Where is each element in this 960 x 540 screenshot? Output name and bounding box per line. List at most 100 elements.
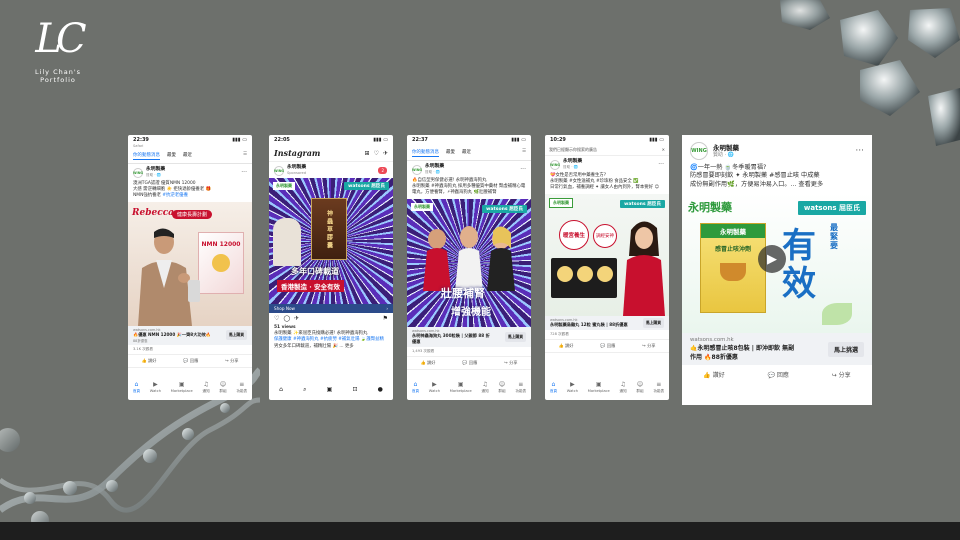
close-icon[interactable]: ✕ <box>662 147 665 153</box>
store-icon: ▣ <box>595 381 602 388</box>
ad-image[interactable]: watsons 屈臣氏 永明製藥 壯腰補腎 增強機能 <box>407 198 531 327</box>
tab-recent[interactable]: 最近 <box>183 152 192 160</box>
nav-groups[interactable]: ☺ 群組 <box>636 381 643 394</box>
nav-watch[interactable]: ▶ Watch <box>567 381 578 394</box>
nav-watch[interactable]: ▶ Watch <box>150 381 161 394</box>
comment-button[interactable]: 💬 回應 <box>768 370 789 379</box>
tab-favourites[interactable]: 最愛 <box>167 152 176 160</box>
shop-now-bar[interactable]: Shop Now › <box>269 304 393 313</box>
tab-news-feed[interactable]: 你的動態消息 <box>412 149 439 157</box>
search-icon[interactable]: ⌕ <box>303 386 306 394</box>
video-thumbnail[interactable]: 永明製藥 watsons 屈臣氏 永明製藥 感冒止咳沖劑 最緊要 有效 ▶ <box>682 193 872 334</box>
ad-image[interactable]: Rebecca 健康長壽計劃 NMN 12000 <box>128 201 252 326</box>
heart-icon[interactable]: ♡ <box>274 315 279 322</box>
shop-now-link[interactable]: Shop Now <box>274 306 295 311</box>
ad-image[interactable]: watsons 屈臣氏 永明製藥 暖宮養生 調經安神 <box>545 193 669 316</box>
like-button[interactable]: 👍 讚好 <box>558 343 573 349</box>
buy-now-button[interactable]: 馬上購買 <box>225 330 247 341</box>
nav-menu[interactable]: ≡ 功能表 <box>653 381 664 394</box>
nav-watch[interactable]: ▶ Watch <box>429 381 440 394</box>
signal-battery-icon: ▮▮▮ ▭ <box>232 137 247 143</box>
heart-icon[interactable]: ♡ <box>374 150 379 157</box>
nav-groups[interactable]: ☺ 群組 <box>498 381 505 394</box>
post-actions: 👍 讚好 💬 回應 ↪ 分享 <box>128 355 252 368</box>
tab-recent[interactable]: 最近 <box>462 149 471 157</box>
comment-button[interactable]: 💬 回應 <box>183 358 198 364</box>
nav-menu[interactable]: ≡ 功能表 <box>515 381 526 394</box>
shop-icon[interactable]: ⊡ <box>352 386 357 394</box>
share-button[interactable]: ↪ 分享 <box>642 343 655 349</box>
send-icon[interactable]: ✈ <box>294 315 299 322</box>
tab-favourites[interactable]: 最愛 <box>446 149 455 157</box>
profile-avatar[interactable]: ● <box>378 386 383 394</box>
post-stats: 728 次觀看 <box>545 330 669 340</box>
link-preview[interactable]: watsons.com.hk 🤙永明感冒止咳8包裝 | 即沖即飲 無副作用 🔥8… <box>682 333 872 366</box>
hashtag[interactable]: #抗逆老優養 <box>162 193 188 198</box>
more-options-icon[interactable]: ··· <box>241 169 247 176</box>
shop-now-button[interactable]: 馬上挑選 <box>827 341 864 357</box>
menu-icon: ≡ <box>518 381 524 388</box>
buy-now-button[interactable]: 馬上購買 <box>642 317 664 328</box>
nav-menu[interactable]: ≡ 功能表 <box>236 381 247 394</box>
nav-notifications[interactable]: ♫ 通知 <box>619 381 626 394</box>
store-icon: ▣ <box>178 381 185 388</box>
share-button[interactable]: ↪ 分享 <box>832 370 851 379</box>
add-post-icon[interactable]: ⊞ <box>365 150 370 157</box>
link-preview[interactable]: watsons.com.hk 永明製藥烏雞丸 12粒 蜜丸裝 | 88折優惠 馬… <box>545 315 669 330</box>
comment-icon[interactable]: ◯ <box>283 315 290 322</box>
reels-icon[interactable]: ▣ <box>327 386 333 394</box>
ad-image[interactable]: watsons 屈臣氏 永明製藥 神 蟲 草 膠 囊 多年口碑載道 香港製造 ·… <box>269 178 393 304</box>
nav-notifications[interactable]: ♫ 通知 <box>481 381 488 394</box>
more-options-icon[interactable]: ··· <box>520 166 526 173</box>
comment-button[interactable]: 💬 回應 <box>600 343 615 349</box>
status-bar: 22:05 ▮▮▮ ▭ <box>269 135 393 145</box>
nav-marketplace[interactable]: ▣ Marketplace <box>588 381 610 394</box>
groups-icon: ☺ <box>636 381 644 388</box>
nav-marketplace[interactable]: ▣ Marketplace <box>450 381 472 394</box>
share-button[interactable]: ↪ 分享 <box>504 360 517 366</box>
product-brand: 永明製藥 <box>701 224 765 239</box>
notification-badge[interactable]: 2 <box>378 166 387 174</box>
watch-icon: ▶ <box>570 381 575 388</box>
tab-news-feed[interactable]: 你的動態消息 <box>133 152 160 160</box>
ad-preview-notice: 我們已經顯示你搜索的廣告 <box>549 147 597 152</box>
bell-icon: ♫ <box>203 381 209 388</box>
page-avatar[interactable]: WING <box>550 159 560 170</box>
nav-groups[interactable]: ☺ 群組 <box>219 381 226 394</box>
portfolio-logo: LC Lily Chan's Portfolio <box>18 16 98 84</box>
like-button[interactable]: 👍 讚好 <box>703 370 724 379</box>
home-icon[interactable]: ⌂ <box>279 386 283 394</box>
page-avatar[interactable]: WING <box>690 142 708 160</box>
filter-icon[interactable]: ☰ <box>243 152 247 160</box>
link-preview[interactable]: watsons.com.hk 🔥優惠 NMN 12000 🎉一齊8大功效🔥 88… <box>128 325 252 345</box>
page-avatar[interactable]: WING <box>274 165 284 176</box>
brand-logo-badge: 永明製藥 <box>411 202 433 211</box>
more-options-icon[interactable]: ··· <box>855 146 864 156</box>
like-button[interactable]: 👍 讚好 <box>141 358 156 364</box>
product-box: 神 蟲 草 膠 囊 <box>311 198 347 260</box>
share-button[interactable]: ↪ 分享 <box>225 358 238 364</box>
like-button[interactable]: 👍 讚好 <box>420 360 435 366</box>
buy-now-button[interactable]: 馬上購買 <box>504 331 526 342</box>
bookmark-icon[interactable]: ⚑ <box>383 315 388 322</box>
nav-home[interactable]: ⌂ 首頁 <box>550 381 557 394</box>
product-pack-icon <box>557 265 573 282</box>
filter-icon[interactable]: ☰ <box>522 149 526 157</box>
groups-icon: ☺ <box>219 381 227 388</box>
headline-secondary: 增強機能 <box>451 306 491 318</box>
comment-button[interactable]: 💬 回應 <box>462 360 477 366</box>
link-preview[interactable]: watsons.com.hk 永明神蟲海狗丸 300粒裝 | 父親節 88 折優… <box>407 326 531 347</box>
more-options-icon[interactable]: ··· <box>658 161 664 168</box>
messenger-icon[interactable]: ✈ <box>383 150 388 157</box>
post-text-line: 永明製藥 #神蟲海狗丸 採用多種優質中藥材 腎虛補精心電電丸，方便養腎，⚡神蟲海… <box>412 184 526 196</box>
caption-hashtags[interactable]: 保護健康 #神蟲海狗丸 #抗疲勞 #補氣壯陽 🍃護腎益精 <box>274 337 388 343</box>
nav-home[interactable]: ⌂ 首頁 <box>133 381 140 394</box>
page-avatar[interactable]: WING <box>412 164 422 175</box>
page-avatar[interactable]: WING <box>133 167 143 178</box>
bell-icon: ♫ <box>620 381 626 388</box>
nav-notifications[interactable]: ♫ 通知 <box>202 381 209 394</box>
nav-marketplace[interactable]: ▣ Marketplace <box>171 381 193 394</box>
nav-home[interactable]: ⌂ 首頁 <box>412 381 419 394</box>
link-title: 永明神蟲海狗丸 300粒裝 | 父親節 88 折優惠 <box>412 332 490 344</box>
instagram-actions: ♡ ◯ ✈ ⚑ <box>269 313 393 324</box>
